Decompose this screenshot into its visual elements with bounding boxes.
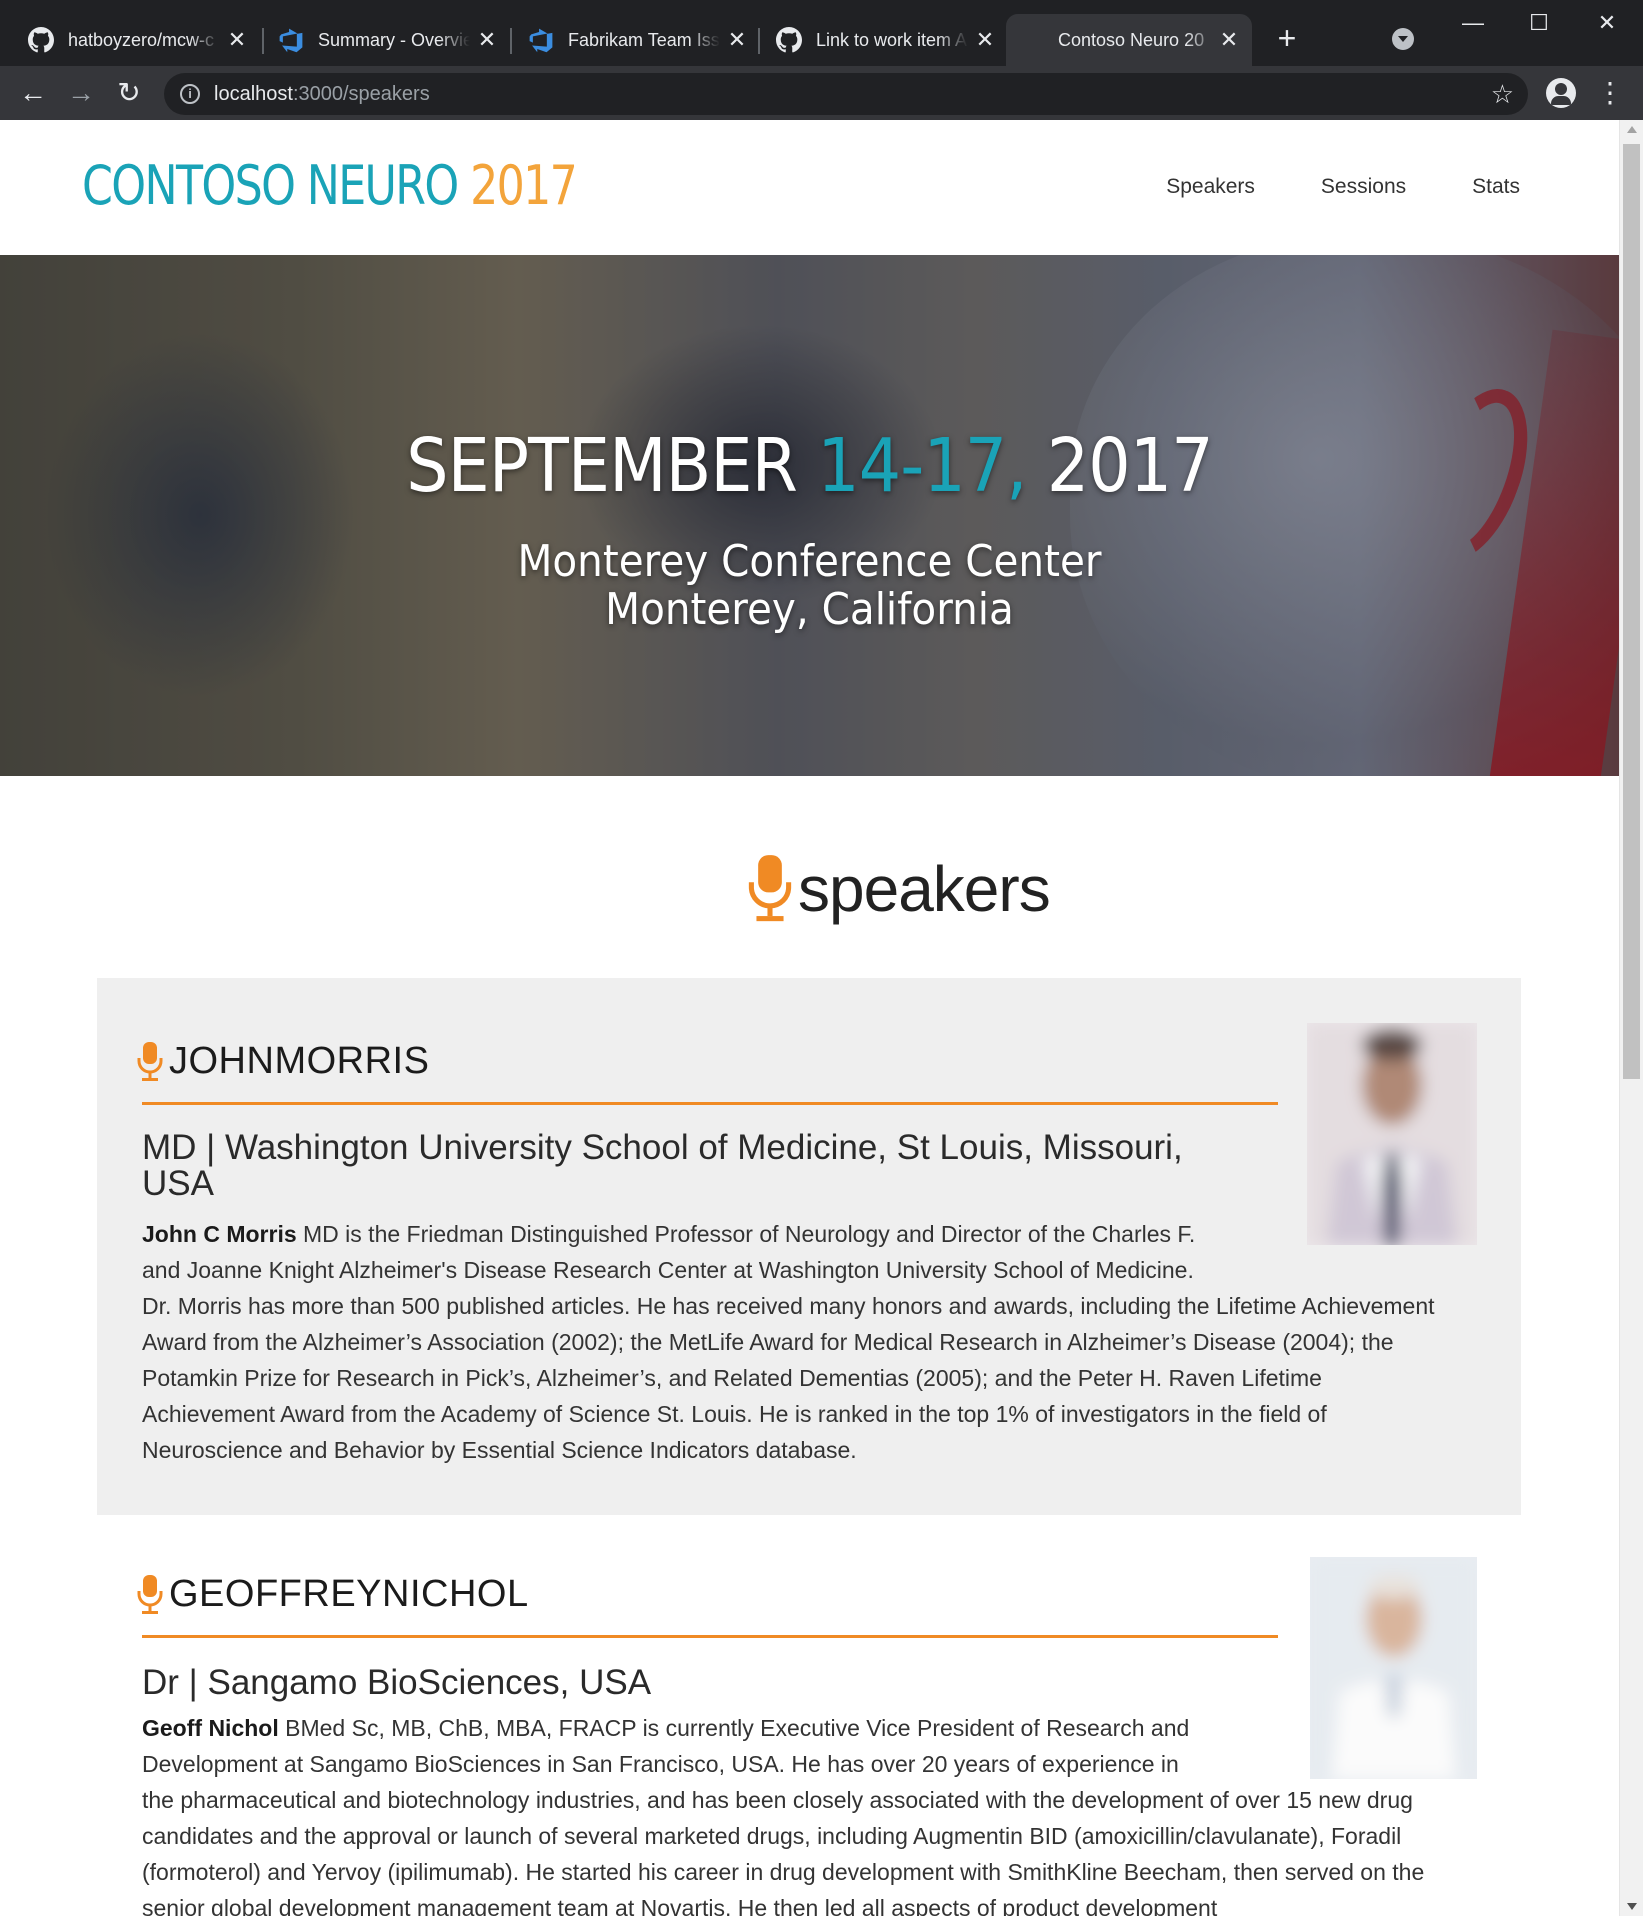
nav-sessions[interactable]: Sessions [1321, 175, 1406, 199]
speaker-photo-image [1310, 1557, 1477, 1779]
browser-menu-icon[interactable]: ⋮ [1596, 76, 1624, 110]
hero-banner: SEPTEMBER 14-17, 2017 Monterey Conferenc… [0, 255, 1619, 776]
back-arrow-icon[interactable]: ← [16, 76, 50, 110]
close-tab-icon[interactable]: ✕ [474, 27, 500, 53]
event-year: 2017 [1046, 423, 1214, 509]
tab-title: hatboyzero/mcw-c [68, 29, 215, 50]
tab-title: Summary - Overvie [318, 29, 470, 50]
microphone-icon [137, 1574, 163, 1614]
close-tab-icon[interactable]: ✕ [224, 27, 250, 53]
browser-tab[interactable]: Fabrikam Team Issu ✕ [500, 14, 760, 66]
speaker-photo-image [1307, 1023, 1477, 1245]
speaker-name: GEOFFREYNICHOL [169, 1573, 529, 1615]
site-info-icon[interactable]: i [180, 84, 200, 104]
browser-tab[interactable]: Link to work item A ✕ [748, 14, 1008, 66]
forward-arrow-icon[interactable]: → [64, 76, 98, 110]
speaker-divider [142, 1102, 1278, 1105]
scroll-up-arrow-icon[interactable] [1627, 126, 1637, 133]
event-venue: Monterey Conference Center Monterey, Cal… [65, 538, 1554, 634]
main-nav: Speakers Sessions Stats [1166, 175, 1520, 199]
speaker-card: JOHNMORRIS MD | Washington University Sc… [97, 978, 1521, 1515]
speaker-name-row: GEOFFREYNICHOL [137, 1573, 529, 1616]
browser-tab[interactable]: Summary - Overvie ✕ [250, 14, 510, 66]
tab-title: Link to work item A [816, 29, 968, 50]
scroll-down-arrow-icon[interactable] [1627, 1903, 1637, 1910]
speaker-card: GEOFFREYNICHOL Dr | Sangamo BioSciences,… [97, 1515, 1521, 1916]
event-date: SEPTEMBER 14-17, 2017 [81, 423, 1538, 509]
url-host: localhost [214, 83, 293, 105]
site-header: CONTOSO NEURO 2017 Speakers Sessions Sta… [0, 120, 1619, 255]
browser-toolbar: ← → ↻ i localhost:3000/speakers ☆ ⋮ [0, 66, 1643, 120]
bookmark-star-icon[interactable]: ☆ [1491, 79, 1514, 110]
url-text[interactable]: localhost:3000/speakers [214, 83, 430, 106]
speaker-photo [1307, 1023, 1477, 1245]
logo-year: 2017 [470, 154, 578, 217]
close-tab-icon[interactable]: ✕ [724, 27, 750, 53]
venue-location: Monterey, California [605, 584, 1014, 635]
web-page: CONTOSO NEURO 2017 Speakers Sessions Sta… [0, 120, 1619, 1916]
tab-title: Fabrikam Team Issu [568, 29, 720, 50]
browser-tab-strip: hatboyzero/mcw-c ✕ Summary - Overvie ✕ F… [0, 0, 1643, 66]
microphone-icon [137, 1041, 163, 1081]
url-path: :3000/speakers [292, 83, 430, 105]
speaker-bio-name: John C Morris [142, 1221, 297, 1247]
speaker-name: JOHNMORRIS [169, 1040, 430, 1082]
section-heading: speakers [748, 852, 1051, 926]
site-logo[interactable]: CONTOSO NEURO 2017 [82, 154, 578, 217]
tab-search-icon[interactable] [1392, 28, 1414, 50]
scroll-thumb[interactable] [1623, 144, 1640, 1079]
speaker-bio-name: Geoff Nichol [142, 1715, 279, 1741]
reload-icon[interactable]: ↻ [112, 76, 146, 110]
speaker-affiliation: MD | Washington University School of Med… [142, 1128, 1183, 1203]
speaker-bio: Geoff Nichol BMed Sc, MB, ChB, MBA, FRAC… [142, 1710, 1442, 1916]
venue-name: Monterey Conference Center [517, 536, 1102, 587]
event-days: 14-17, [817, 423, 1047, 509]
page-scrollbar[interactable] [1619, 120, 1643, 1916]
speaker-name-row: JOHNMORRIS [137, 1040, 429, 1083]
github-icon [776, 27, 802, 53]
speaker-photo [1310, 1557, 1477, 1779]
profile-avatar-icon[interactable] [1546, 78, 1576, 108]
close-tab-icon[interactable]: ✕ [972, 27, 998, 53]
hero-overlay [0, 255, 1619, 776]
azure-devops-icon [529, 28, 553, 53]
logo-brand: CONTOSO NEURO [82, 154, 471, 217]
speaker-bio: John C Morris MD is the Friedman Disting… [142, 1216, 1442, 1468]
nav-speakers[interactable]: Speakers [1166, 175, 1255, 199]
browser-tab[interactable]: hatboyzero/mcw-c ✕ [0, 14, 260, 66]
browser-tab-active[interactable]: Contoso Neuro 20 ✕ [1006, 14, 1252, 66]
new-tab-button[interactable]: + [1270, 22, 1304, 56]
speaker-divider [142, 1635, 1278, 1638]
minimize-icon[interactable]: — [1448, 10, 1498, 36]
maximize-icon[interactable]: ☐ [1514, 10, 1564, 36]
azure-devops-icon [279, 28, 303, 53]
event-month: SEPTEMBER [406, 423, 818, 509]
github-icon [28, 27, 54, 53]
speaker-affiliation: Dr | Sangamo BioSciences, USA [142, 1663, 652, 1702]
microphone-icon [748, 855, 792, 922]
tab-title: Contoso Neuro 20 [1058, 29, 1205, 50]
nav-stats[interactable]: Stats [1472, 175, 1520, 199]
window-close-icon[interactable]: ✕ [1582, 10, 1632, 36]
section-title: speakers [798, 853, 1051, 925]
address-bar[interactable]: i localhost:3000/speakers ☆ [164, 73, 1528, 115]
close-tab-icon[interactable]: ✕ [1216, 27, 1242, 53]
